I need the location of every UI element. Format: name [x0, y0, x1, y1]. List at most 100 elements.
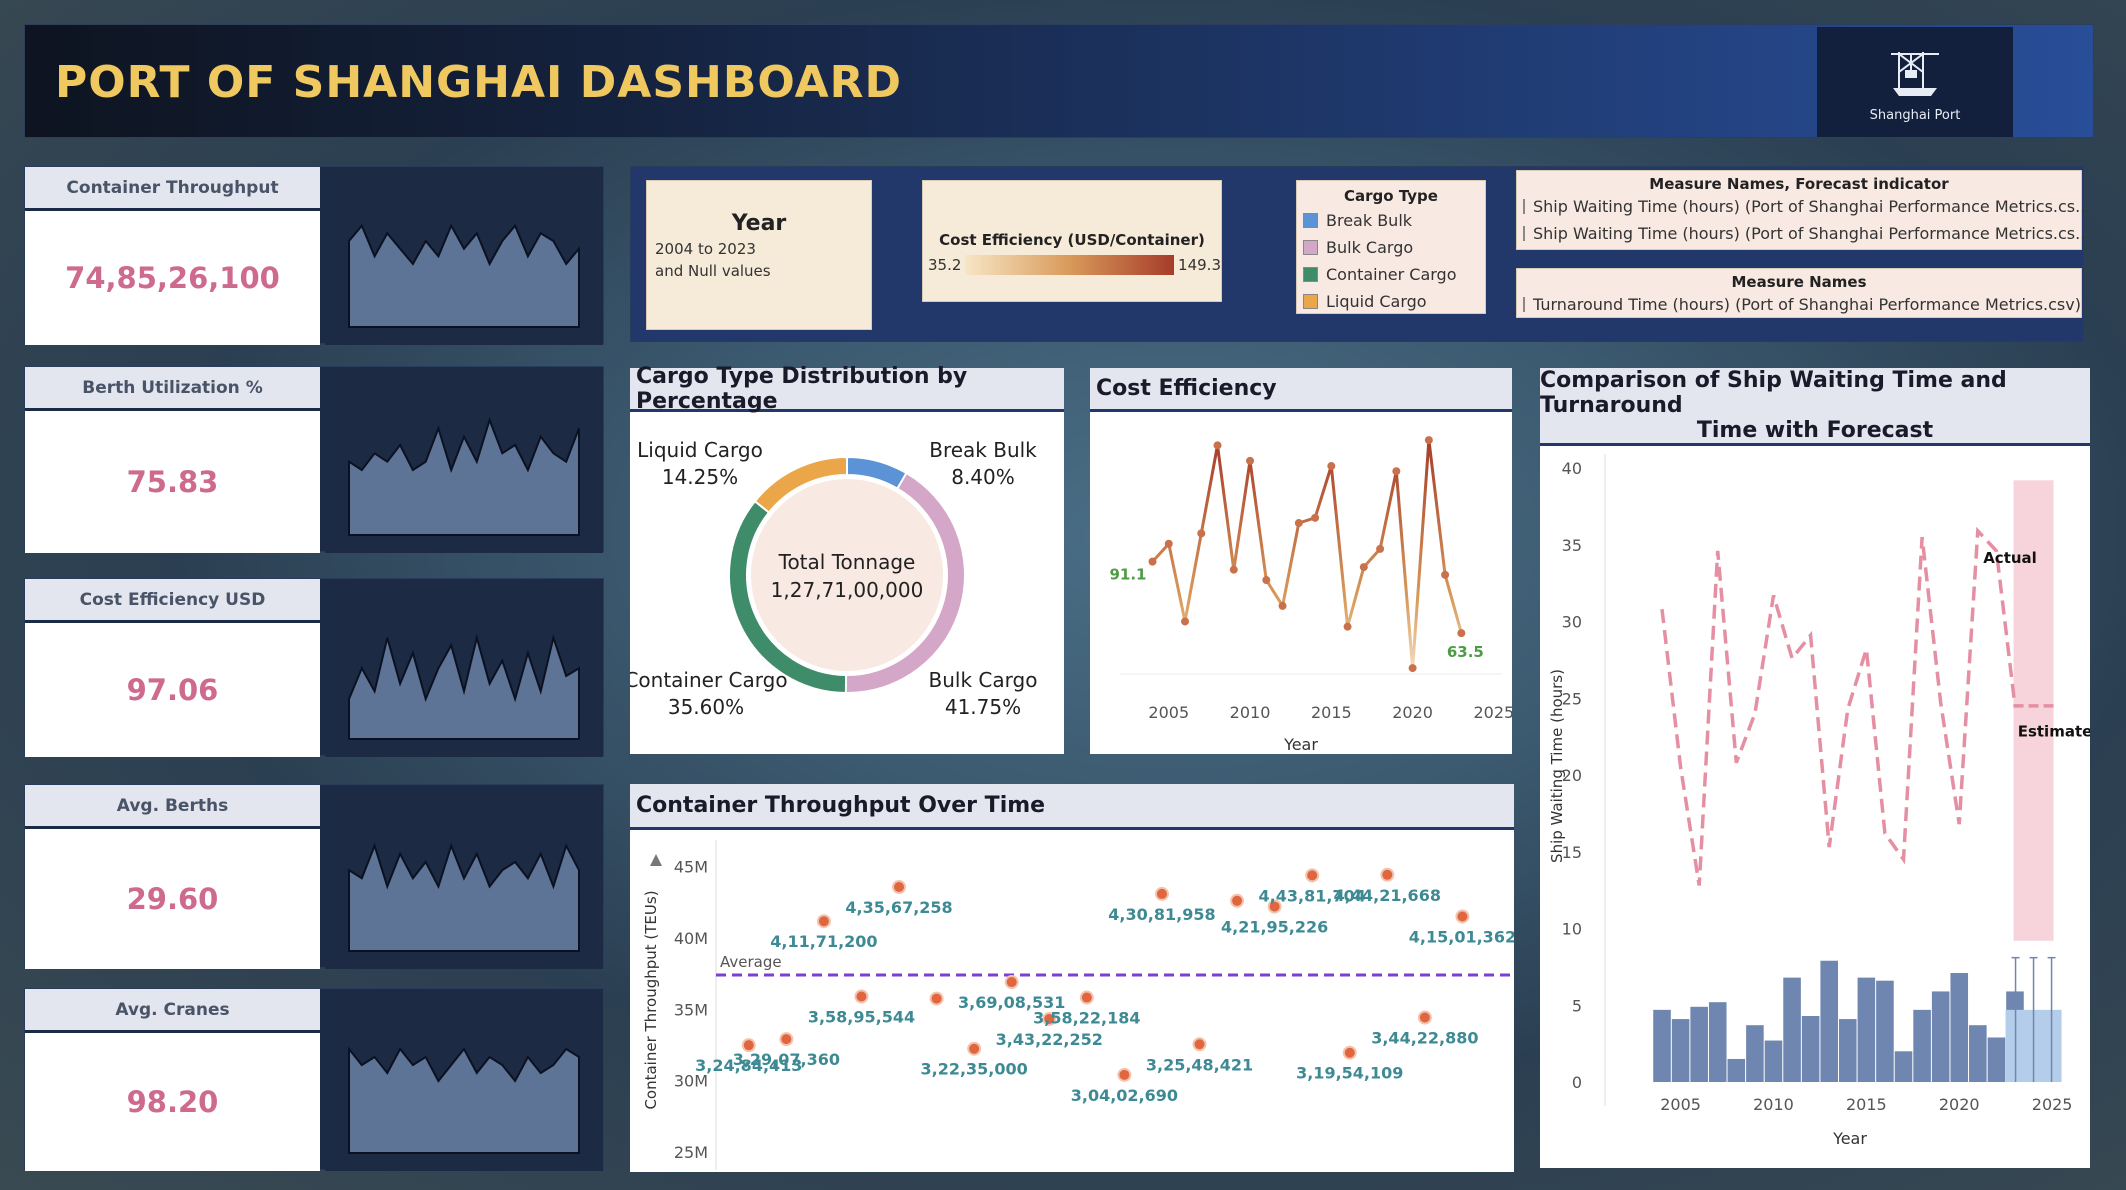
cost-point: [1262, 576, 1271, 585]
throughput-point: [1455, 909, 1470, 924]
throughput-point: [1117, 1067, 1132, 1082]
year-filter-null: and Null values: [655, 262, 771, 280]
donut-slice-pct: 41.75%: [945, 695, 1021, 719]
cost-point: [1392, 467, 1401, 476]
kpi-label: Avg. Cranes: [25, 989, 320, 1033]
throughput-point-label: 4,21,95,226: [1221, 918, 1328, 937]
throughput-point: [779, 1032, 794, 1047]
kpi-sparkline: [325, 167, 603, 345]
cargo-distribution-panel: Cargo Type Distribution by Percentage To…: [624, 364, 1064, 754]
dashboard-header: PORT OF SHANGHAI DASHBOARD Shanghai Port: [24, 24, 2094, 138]
cost-filter-max: 149.3: [1178, 256, 1221, 274]
comparison-y-tick: 40: [1562, 459, 1582, 478]
waiting-time-bar: [1838, 1019, 1857, 1082]
cost-point: [1457, 629, 1466, 638]
cost-efficiency-filter[interactable]: Cost Efficiency (USD/Container) 35.2 149…: [922, 180, 1222, 302]
comparison-x-label: Year: [1832, 1129, 1867, 1148]
pin-icon: [650, 854, 662, 866]
cost-point: [1327, 462, 1336, 471]
waiting-time-bar: [1746, 1025, 1764, 1082]
kpi-label: Cost Efficiency USD: [25, 579, 320, 623]
cargo-legend-item[interactable]: Bulk Cargo: [1303, 234, 1479, 261]
donut-slice-name: Container Cargo: [630, 668, 788, 692]
throughput-point-label: 3,29,07,360: [733, 1050, 840, 1069]
cost-x-tick: 2010: [1230, 703, 1271, 722]
throughput-point-label: 4,11,71,200: [770, 932, 877, 951]
cargo-legend-item[interactable]: Container Cargo: [1303, 261, 1479, 288]
cost-point: [1294, 519, 1303, 528]
cost-x-tick: 2005: [1148, 703, 1189, 722]
waiting-time-bar: [1653, 1009, 1671, 1082]
measure-legend-item[interactable]: Turnaround Time (hours) (Port of Shangha…: [1523, 291, 2081, 318]
waiting-time-bar: [1671, 1019, 1690, 1082]
throughput-point-label: 3,04,02,690: [1071, 1086, 1178, 1105]
throughput-point-label: 3,19,54,109: [1296, 1064, 1403, 1083]
cost-point: [1311, 513, 1320, 522]
cargo-legend-title: Cargo Type: [1344, 187, 1438, 205]
comparison-x-tick: 2020: [1939, 1095, 1980, 1114]
waiting-time-bar: [1690, 1006, 1708, 1082]
average-label: Average: [720, 953, 782, 971]
donut-slice-pct: 8.40%: [951, 465, 1015, 489]
throughput-y-tick: 40M: [674, 929, 708, 948]
cargo-legend-item[interactable]: Break Bulk: [1303, 207, 1479, 234]
kpi-value: 29.60: [25, 829, 320, 969]
comparison-chart: 0510152025303540Ship Waiting Time (hours…: [1548, 454, 2092, 1148]
cost-point: [1213, 441, 1222, 450]
donut-center-label: Total Tonnage: [778, 550, 916, 574]
turnaround-line: [1660, 526, 2017, 886]
cost-point: [1278, 601, 1287, 610]
year-filter[interactable]: Year 2004 to 2023 and Null values: [646, 180, 872, 330]
measure-forecast-legend: Measure Names, Forecast indicator Ship W…: [1516, 170, 2085, 250]
waiting-time-bar: [1894, 1051, 1913, 1082]
cost-point: [1441, 570, 1450, 579]
kpi-sparkline: [325, 367, 603, 553]
kpi-panel: Avg. Berths 29.60: [24, 784, 604, 969]
cost-x-label: Year: [1283, 735, 1318, 754]
kpi-sparkline: [325, 579, 603, 757]
kpi-panel: Container Throughput 74,85,26,100: [24, 166, 604, 345]
waiting-time-bar: [1857, 977, 1876, 1082]
measure-forecast-legend-item[interactable]: Ship Waiting Time (hours) (Port of Shang…: [1523, 193, 2085, 220]
throughput-y-label: Container Throughput (TEUs): [642, 890, 660, 1109]
comparison-y-tick: 0: [1572, 1073, 1582, 1092]
throughput-point-label: 3,58,22,184: [1033, 1009, 1140, 1028]
measure-forecast-title: Measure Names, Forecast indicator: [1649, 175, 1949, 193]
throughput-point: [929, 991, 944, 1006]
throughput-point: [1342, 1045, 1357, 1060]
comparison-title-line1: Comparison of Ship Waiting Time and Turn…: [1540, 368, 2007, 418]
kpi-label: Container Throughput: [25, 167, 320, 211]
cost-point: [1148, 557, 1157, 566]
throughput-point: [1230, 893, 1245, 908]
legend-label: Ship Waiting Time (hours) (Port of Shang…: [1533, 197, 2086, 216]
kpi-label: Berth Utilization %: [25, 367, 320, 411]
donut-slice-name: Liquid Cargo: [637, 438, 763, 462]
cost-point: [1164, 539, 1173, 548]
comparison-panel: Comparison of Ship Waiting Time and Turn…: [1540, 368, 2092, 1168]
cost-x-tick: 2020: [1392, 703, 1433, 722]
throughput-point: [854, 989, 869, 1004]
cost-line: [1151, 439, 1463, 669]
cost-efficiency-chart: 91.1 63.5 2005 2010 2015 2020 2025 Year: [1109, 436, 1514, 754]
cost-start-label: 91.1: [1109, 566, 1146, 584]
measure-forecast-legend-item[interactable]: Ship Waiting Time (hours) (Port of Shang…: [1523, 220, 2085, 247]
legend-swatch: [1523, 297, 1525, 312]
throughput-point-label: 3,25,48,421: [1146, 1055, 1253, 1074]
cost-point: [1424, 436, 1433, 445]
legend-swatch: [1523, 226, 1525, 241]
cost-gradient-bar: [965, 255, 1175, 275]
throughput-y-tick: 25M: [674, 1143, 708, 1162]
cost-efficiency-panel: Cost Efficiency 91.1 63.5 2005 2010 2015 2020…: [1090, 368, 1514, 754]
kpi-value: 74,85,26,100: [25, 211, 320, 345]
cargo-legend-item[interactable]: Liquid Cargo: [1303, 288, 1479, 315]
year-filter-title: Year: [731, 211, 787, 236]
throughput-title: Container Throughput Over Time: [630, 784, 1514, 830]
throughput-point: [1380, 867, 1395, 882]
cost-point: [1376, 544, 1385, 553]
kpi-label: Avg. Berths: [25, 785, 320, 829]
kpi-sparkline: [325, 989, 603, 1171]
kpi-value: 75.83: [25, 411, 320, 553]
cost-point: [1359, 563, 1368, 572]
cost-point: [1229, 565, 1238, 574]
kpi-sparkline: [325, 785, 603, 969]
